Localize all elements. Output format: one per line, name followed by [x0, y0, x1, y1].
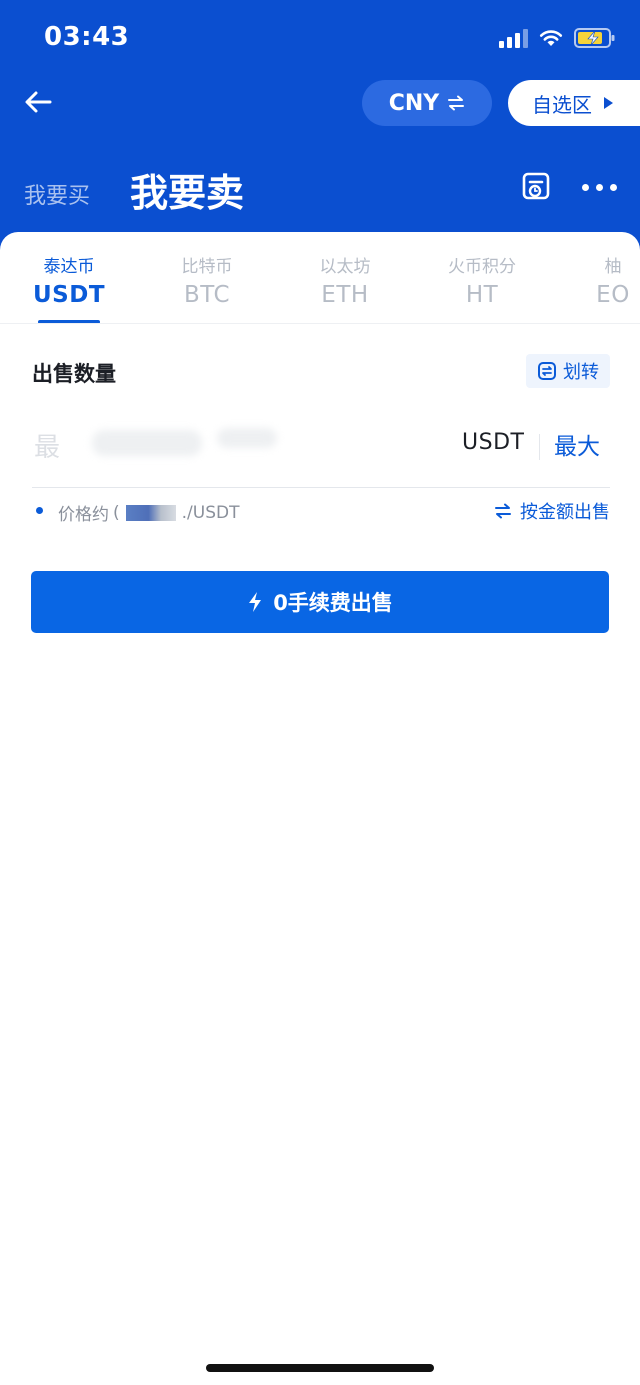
home-indicator	[206, 1364, 434, 1372]
active-tab-indicator	[38, 320, 100, 323]
tab-sell[interactable]: 我要卖	[130, 162, 244, 217]
triangle-right-icon	[604, 97, 613, 109]
coin-tab-name: 以太坊	[319, 257, 371, 277]
price-paren: (	[113, 502, 120, 523]
price-estimate: 价格约 ( ./USDT	[58, 500, 240, 526]
price-suffix: ./USDT	[181, 502, 240, 523]
watchlist-button[interactable]: 自选区	[508, 80, 640, 126]
wifi-icon	[539, 30, 563, 46]
coin-tab-eos[interactable]: 柚 EO	[558, 252, 640, 308]
transfer-icon	[538, 362, 556, 380]
amount-row: USDT 最大	[32, 410, 610, 488]
coin-tab-symbol: EO	[596, 282, 630, 308]
price-prefix: 价格约	[58, 505, 109, 525]
back-arrow-icon[interactable]	[18, 82, 58, 122]
signal-icon	[499, 28, 528, 48]
sell-by-amount-button[interactable]: 按金额出售	[494, 498, 610, 524]
bullet-dot	[36, 507, 43, 514]
transfer-button[interactable]: 划转	[526, 354, 610, 388]
p2p-sell-page: 03:43 CNY 自选区 我要买 我要卖 泰达币 USDT 比特币 BTC 以…	[0, 0, 640, 1385]
orders-icon[interactable]	[520, 170, 554, 204]
header: 03:43 CNY 自选区 我要买 我要卖	[0, 0, 640, 250]
coin-tab-name: 泰达币	[43, 257, 95, 277]
coin-tab-name: 柚	[604, 257, 622, 277]
sell-button[interactable]: 0手续费出售	[31, 571, 609, 633]
sell-by-amount-label: 按金额出售	[520, 502, 610, 523]
status-time: 03:43	[44, 22, 130, 52]
battery-charging-icon	[574, 28, 615, 48]
redacted-price	[125, 504, 176, 521]
section-title: 出售数量	[32, 362, 116, 386]
coin-tabs: 泰达币 USDT 比特币 BTC 以太坊 ETH 火币积分 HT 柚 EO	[0, 232, 640, 324]
coin-tab-usdt[interactable]: 泰达币 USDT	[14, 252, 124, 308]
price-row: 价格约 ( ./USDT 按金额出售	[32, 498, 610, 528]
redacted-hint	[217, 428, 277, 448]
sell-card: 泰达币 USDT 比特币 BTC 以太坊 ETH 火币积分 HT 柚 EO 出售…	[0, 232, 640, 1385]
max-button[interactable]: 最大	[554, 427, 600, 461]
currency-label: CNY	[388, 90, 440, 116]
tab-buy[interactable]: 我要买	[24, 178, 90, 210]
status-icons	[499, 26, 616, 50]
coin-tab-symbol: USDT	[32, 282, 106, 308]
divider	[539, 434, 540, 460]
swap-icon	[448, 95, 465, 111]
coin-tab-symbol: ETH	[321, 282, 369, 308]
unit-label: USDT	[462, 430, 525, 455]
coin-tab-btc[interactable]: 比特币 BTC	[152, 252, 262, 308]
lightning-icon	[249, 592, 262, 612]
currency-switch-button[interactable]: CNY	[362, 80, 492, 126]
redacted-hint	[92, 430, 202, 456]
more-icon[interactable]	[582, 178, 622, 196]
coin-tab-symbol: HT	[465, 282, 499, 308]
coin-tab-ht[interactable]: 火币积分 HT	[427, 252, 537, 308]
transfer-label: 划转	[563, 362, 599, 383]
sell-button-label: 0手续费出售	[273, 591, 393, 615]
watchlist-label: 自选区	[532, 92, 592, 117]
swap-icon	[495, 503, 511, 519]
coin-tab-eth[interactable]: 以太坊 ETH	[290, 252, 400, 308]
coin-tab-name: 比特币	[181, 257, 233, 277]
coin-tab-name: 火币积分	[448, 257, 516, 277]
coin-tab-symbol: BTC	[183, 282, 231, 308]
